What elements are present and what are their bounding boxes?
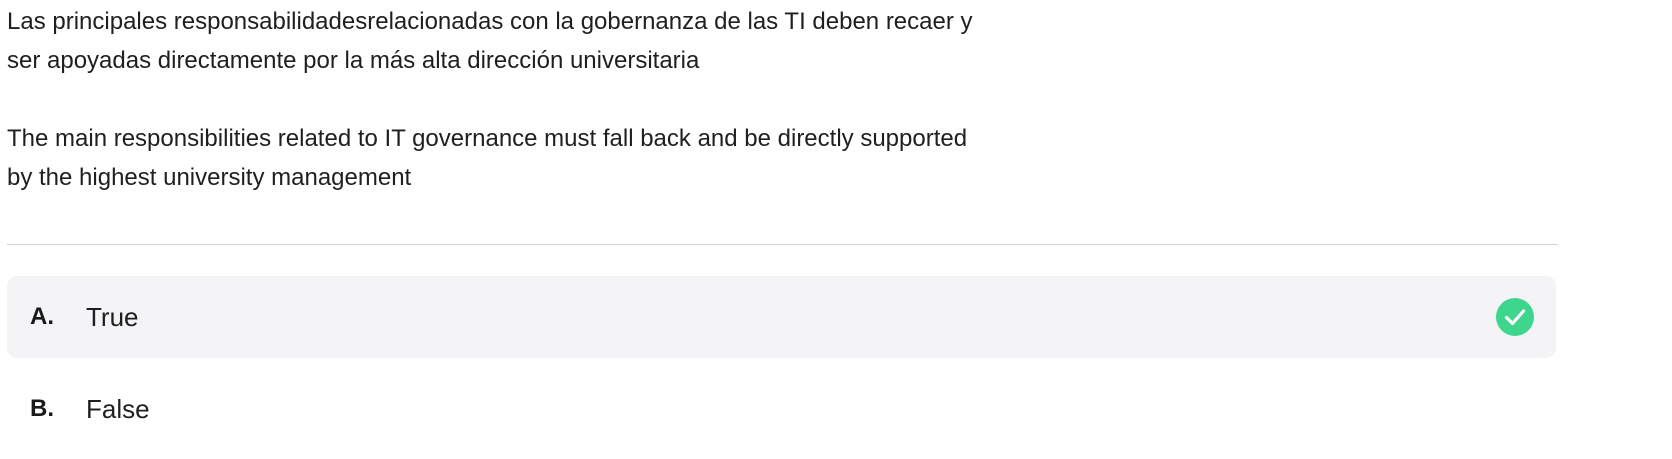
- option-label: True: [86, 301, 139, 332]
- option-label: False: [86, 393, 150, 424]
- option-letter: A.: [30, 303, 54, 330]
- option-true[interactable]: A. True: [7, 276, 1556, 358]
- question-english: The main responsibilities related to IT …: [7, 125, 968, 191]
- question-text: Las principales responsabilidadesrelacio…: [7, 2, 1207, 197]
- divider: [7, 244, 1558, 245]
- option-false[interactable]: B. False: [7, 368, 1556, 450]
- option-letter: B.: [30, 395, 54, 422]
- question-spanish: Las principales responsabilidadesrelacio…: [7, 8, 973, 74]
- check-circle-icon: [1496, 298, 1534, 336]
